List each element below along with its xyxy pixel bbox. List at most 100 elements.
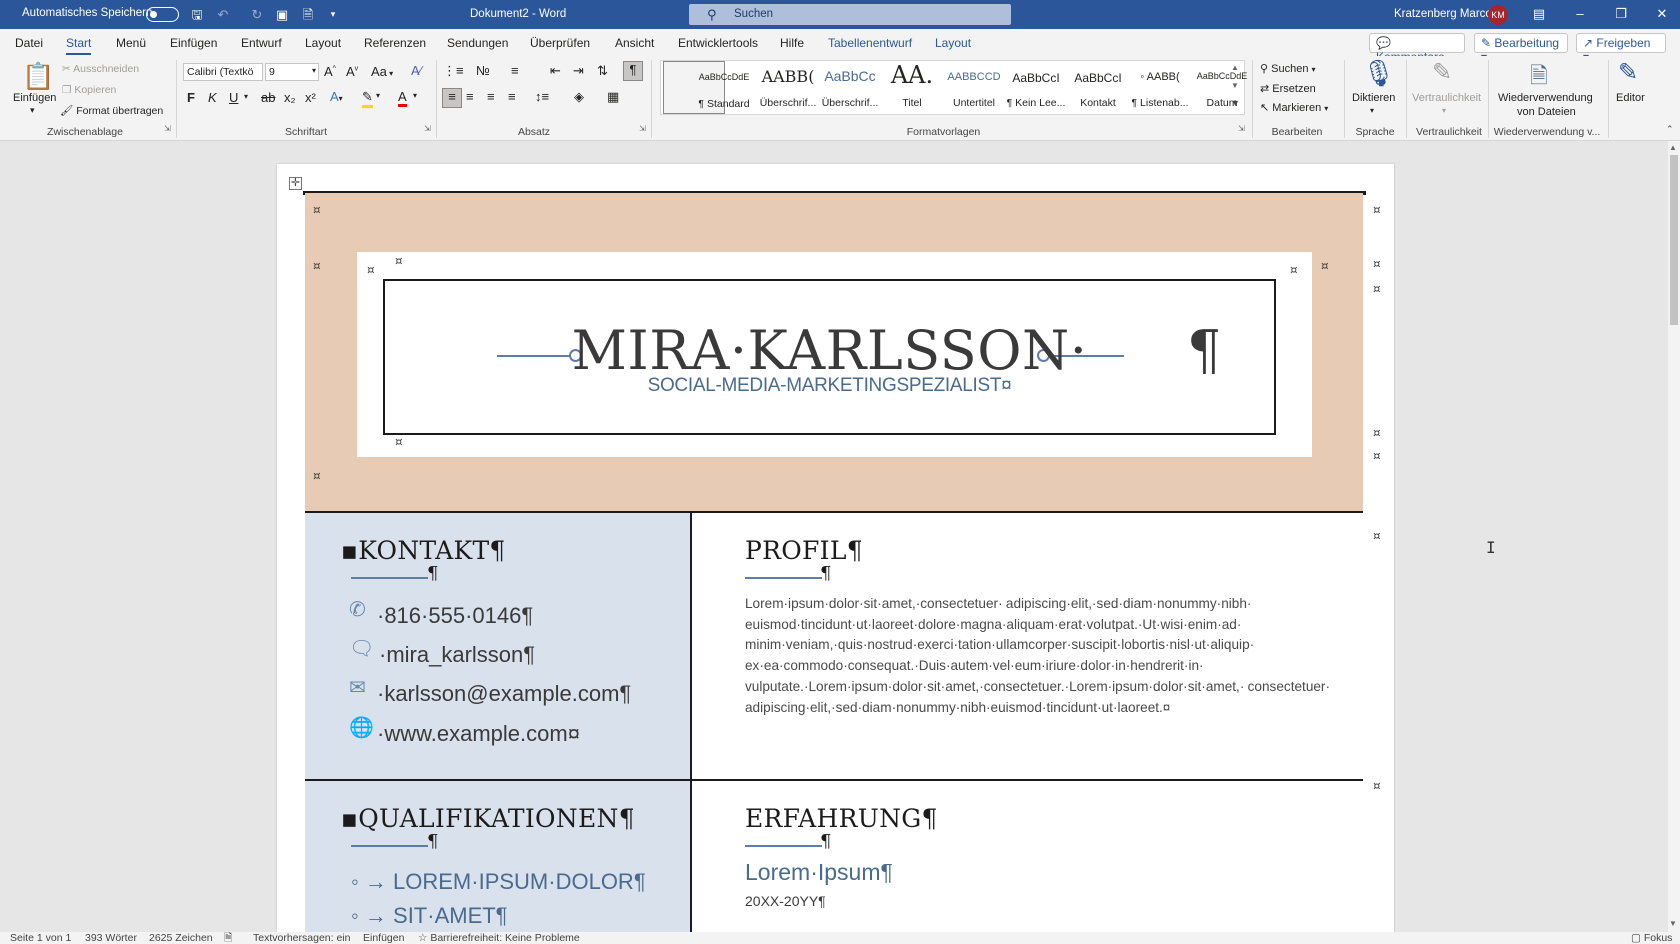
bullets-icon[interactable]: ⋮≡: [443, 63, 464, 79]
font-color-dropdown-icon[interactable]: ▾: [413, 91, 417, 100]
contact-phone[interactable]: ✆ ·816·555·0146¶: [349, 599, 533, 629]
tab-menue[interactable]: Menü: [116, 36, 146, 50]
insert-mode[interactable]: Einfügen: [363, 932, 404, 944]
char-count[interactable]: 2625 Zeichen: [149, 932, 213, 944]
text-predictions[interactable]: Textvorhersagen: ein: [253, 932, 350, 944]
undo-icon[interactable]: ↶: [214, 6, 232, 23]
styles-launcher-icon[interactable]: ⇲: [1238, 124, 1245, 133]
new-document-icon[interactable]: 🗎: [299, 6, 317, 23]
reuse-files-button-line2[interactable]: von Dateien: [1517, 106, 1576, 118]
profile-cell[interactable]: PROFIL¶ ¶ Lorem·ipsum·dolor·sit·amet,·co…: [694, 513, 1363, 779]
font-color-icon[interactable]: A: [398, 89, 407, 107]
experience-heading[interactable]: ERFAHRUNG¶: [745, 804, 938, 833]
reuse-files-button-line1[interactable]: Wiederverwendung: [1498, 92, 1593, 104]
style-heading-2[interactable]: AaBbCc Überschrif...: [788, 61, 879, 114]
redo-icon[interactable]: ↻: [248, 6, 266, 23]
multilevel-list-icon[interactable]: ≡: [511, 63, 519, 78]
underline-dropdown-icon[interactable]: ▾: [244, 92, 248, 101]
grow-font-icon[interactable]: A^: [324, 64, 336, 79]
tab-ueberpruefen[interactable]: Überprüfen: [530, 36, 590, 50]
scroll-up-icon[interactable]: ▲: [1669, 143, 1677, 152]
microphone-icon[interactable]: 🎙: [1362, 58, 1395, 89]
restore-icon[interactable]: ❐: [1612, 5, 1630, 23]
qualification-item[interactable]: ◦ → SIT·AMET¶: [351, 903, 508, 929]
tab-datei[interactable]: Datei: [15, 36, 43, 50]
tab-entwicklertools[interactable]: Entwicklertools: [678, 36, 758, 50]
select-button[interactable]: ↖ Markieren ▾: [1260, 101, 1328, 114]
decrease-indent-icon[interactable]: ⇤: [550, 63, 561, 79]
font-launcher-icon[interactable]: ⇲: [424, 124, 431, 133]
autosave-toggle[interactable]: [146, 7, 179, 22]
tab-referenzen[interactable]: Referenzen: [364, 36, 426, 50]
style-date[interactable]: AaBbCcDdE Datum: [1160, 61, 1248, 114]
ribbon-display-icon[interactable]: ▤: [1530, 5, 1548, 23]
editor-icon[interactable]: ✎: [1618, 58, 1638, 87]
save-icon[interactable]: 🖫: [188, 6, 206, 23]
experience-company[interactable]: Lorem·Ipsum¶: [745, 859, 893, 886]
strikethrough-button[interactable]: ab: [261, 90, 275, 105]
minimize-icon[interactable]: –: [1571, 5, 1589, 23]
page-count[interactable]: Seite 1 von 1: [10, 932, 71, 944]
tab-layout[interactable]: Layout: [305, 36, 341, 50]
qualifications-cell[interactable]: ▪QUALIFIKATIONEN¶ ¶ ◦ → LOREM·IPSUM·DOLO…: [305, 781, 692, 932]
tab-hilfe[interactable]: Hilfe: [780, 36, 804, 50]
bold-button[interactable]: F: [187, 90, 195, 105]
subscript-button[interactable]: x₂: [284, 90, 296, 105]
tab-tabellenentwurf[interactable]: Tabellenentwurf: [828, 36, 912, 50]
clipboard-launcher-icon[interactable]: ⇲: [164, 124, 171, 133]
borders-icon[interactable]: ▦: [607, 89, 619, 105]
sensitivity-button[interactable]: Vertraulichkeit: [1412, 92, 1481, 104]
table-move-handle-icon[interactable]: ✛: [289, 177, 302, 190]
name-frame[interactable]: MIRA·KARLSSON· ¶ SOCIAL-MEDIA-MARKETINGS…: [383, 279, 1276, 435]
avatar[interactable]: KM: [1488, 5, 1508, 25]
superscript-button[interactable]: x²: [305, 90, 316, 105]
close-icon[interactable]: ✕: [1653, 5, 1671, 23]
word-count[interactable]: 393 Wörter: [85, 932, 137, 944]
dictate-button[interactable]: Diktieren: [1352, 92, 1395, 104]
line-spacing-icon[interactable]: ↕≡: [535, 89, 549, 104]
touch-mode-icon[interactable]: ▣: [273, 6, 291, 23]
styles-scroll-up-icon[interactable]: ▲: [1231, 63, 1239, 72]
paragraph-launcher-icon[interactable]: ⇲: [639, 124, 646, 133]
find-button[interactable]: ⚲ Suchen ▾: [1260, 62, 1316, 75]
change-case-button[interactable]: Aa ▾: [371, 64, 393, 79]
align-center-icon[interactable]: ≡: [466, 89, 474, 104]
align-right-icon[interactable]: ≡: [487, 89, 495, 104]
paste-button[interactable]: Einfügen: [13, 92, 56, 104]
tab-einfuegen[interactable]: Einfügen: [170, 36, 217, 50]
user-name[interactable]: Kratzenberg Marco: [1394, 8, 1492, 20]
collapse-ribbon-icon[interactable]: ⌃: [1666, 124, 1674, 135]
underline-button[interactable]: U: [229, 90, 238, 105]
increase-indent-icon[interactable]: ⇥: [573, 63, 584, 79]
sensitivity-dropdown-icon[interactable]: ▾: [1442, 106, 1446, 115]
style-title[interactable]: AA. Titel: [850, 61, 933, 114]
align-left-icon[interactable]: ≡: [442, 88, 462, 108]
header-row[interactable]: ¤ ¤ ¤ ¤ ¤ ¤ ¤ ¤ MIRA·KARLSSON· ¶ SOCIAL-…: [305, 193, 1363, 513]
qualification-item[interactable]: ◦ → LOREM·IPSUM·DOLOR¶: [351, 869, 646, 895]
sensitivity-icon[interactable]: ✎: [1432, 58, 1452, 87]
cut-button[interactable]: ✂ Ausschneiden: [62, 63, 139, 75]
experience-cell[interactable]: ERFAHRUNG¶ ¶ Lorem·Ipsum¶ 20XX-20YY¶: [694, 781, 1363, 932]
tab-start[interactable]: Start: [66, 36, 92, 55]
scroll-down-icon[interactable]: ▼: [1669, 919, 1677, 928]
contact-website[interactable]: 🌐 ·www.example.com¤: [349, 717, 580, 747]
styles-scroll-down-icon[interactable]: ▼: [1231, 81, 1239, 90]
font-family-select[interactable]: Calibri (Textkö: [183, 63, 263, 81]
scrollbar-thumb[interactable]: [1670, 155, 1678, 325]
document-page[interactable]: ✛ ¤ ¤ ¤ ¤ ¤ ¤ ¤ ¤ MIRA·KARLSSON· ¶ SOCIA…: [277, 164, 1394, 932]
dictate-dropdown-icon[interactable]: ▾: [1370, 106, 1374, 115]
style-contact[interactable]: AaBbCcI Kontakt: [1036, 61, 1121, 114]
shading-icon[interactable]: ◈: [574, 89, 584, 105]
clear-formatting-icon[interactable]: A∕: [411, 63, 422, 78]
style-subtitle[interactable]: AABBCCD Untertitel: [912, 61, 1000, 114]
copy-button[interactable]: ❐ Kopieren: [62, 84, 116, 96]
profile-text[interactable]: Lorem·ipsum·dolor·sit·amet,·consectetuer…: [745, 594, 1330, 718]
font-size-select[interactable]: 9 ▾: [265, 63, 319, 81]
contact-heading[interactable]: ▪KONTAKT¶: [341, 536, 506, 565]
format-painter-button[interactable]: 🖌 Format übertragen: [60, 104, 163, 117]
sort-icon[interactable]: ⇅: [597, 63, 608, 79]
search-box[interactable]: ⚲ Suchen: [689, 4, 1011, 25]
styles-more-icon[interactable]: ▼: [1231, 98, 1240, 108]
experience-dates[interactable]: 20XX-20YY¶: [745, 893, 826, 909]
accessibility-status[interactable]: ☆ Barrierefreiheit: Keine Probleme: [418, 932, 580, 944]
